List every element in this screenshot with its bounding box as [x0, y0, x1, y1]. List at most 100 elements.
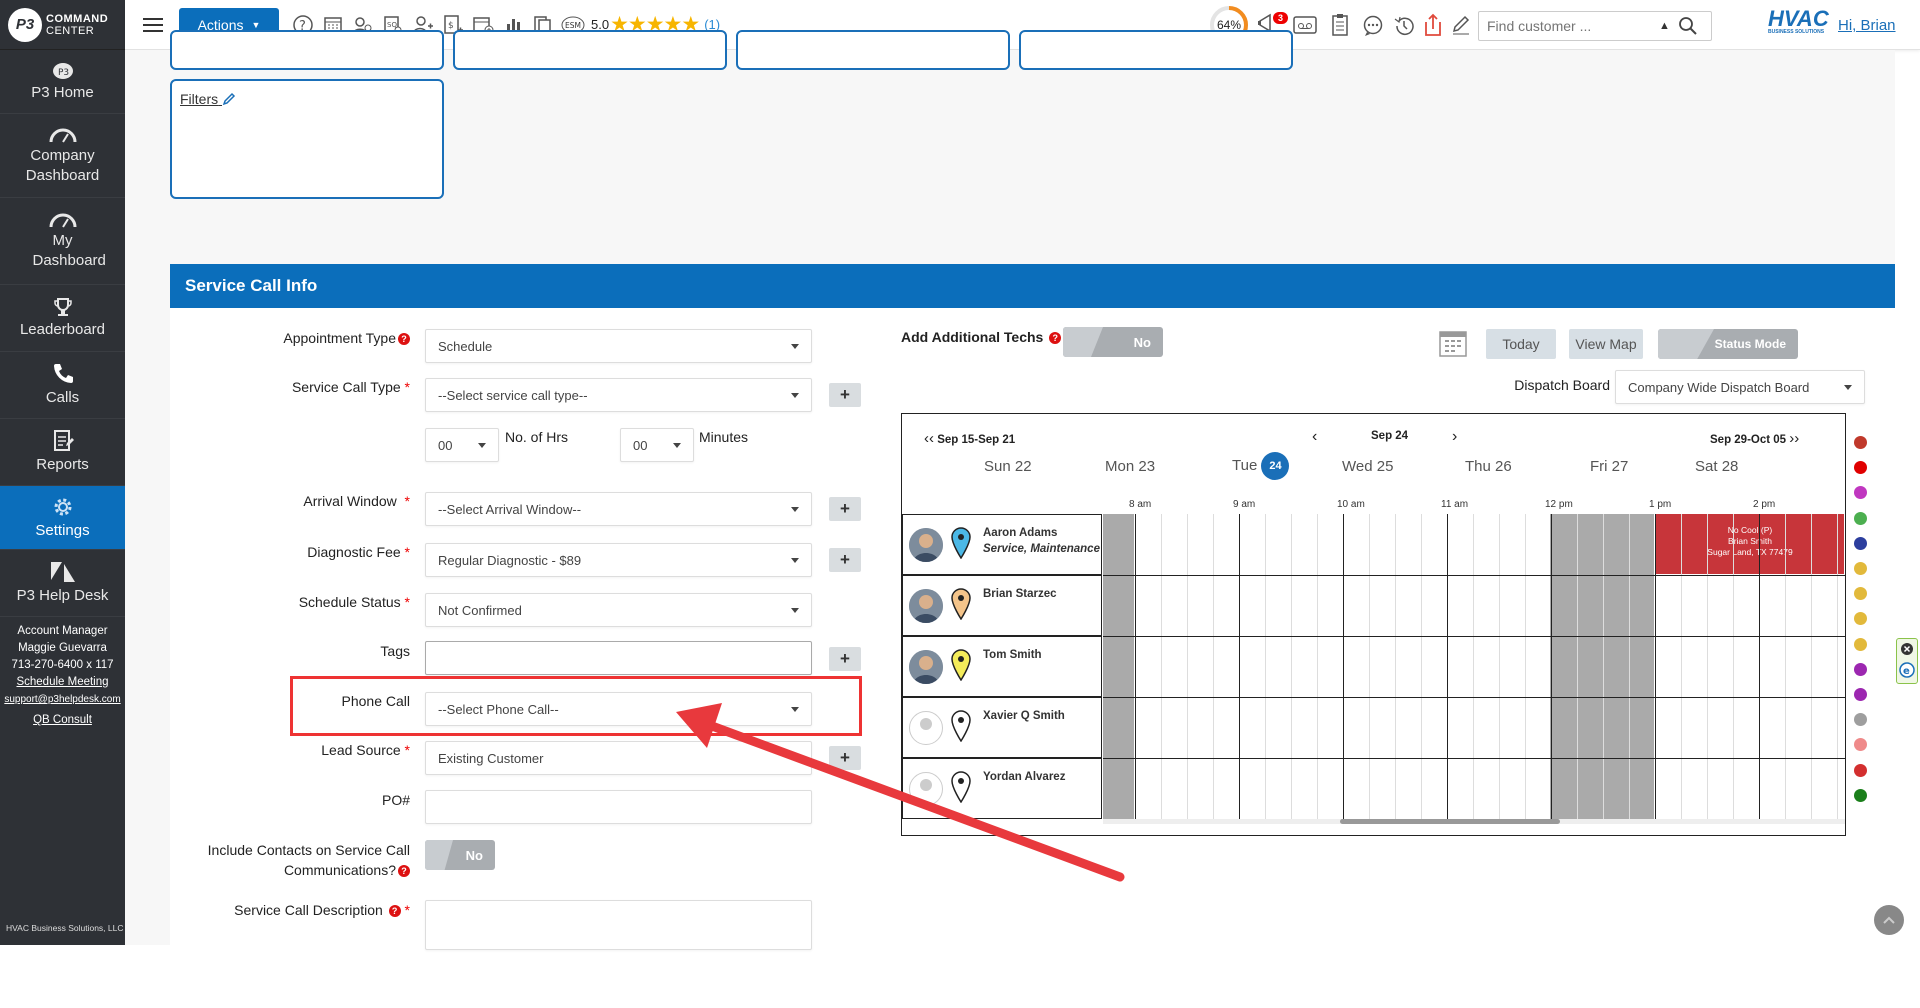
voicemail-icon[interactable]: [1293, 14, 1317, 36]
add-diagnostic-fee-button[interactable]: +: [829, 548, 861, 572]
status-mode-toggle[interactable]: Status Mode: [1658, 329, 1798, 359]
day-name: Tue: [1232, 456, 1258, 474]
tech-row[interactable]: Aaron Adams Service, Maintenance: [902, 514, 1102, 575]
tech-row[interactable]: Yordan Alvarez: [902, 758, 1102, 819]
add-arrival-window-button[interactable]: +: [829, 497, 861, 521]
sidebar-label: Leaderboard: [19, 321, 106, 338]
status-color-dot[interactable]: [1854, 536, 1867, 550]
add-lead-source-button[interactable]: +: [829, 746, 861, 770]
schedule-meeting-link[interactable]: Schedule Meeting: [4, 674, 121, 691]
help-icon[interactable]: ?: [398, 865, 410, 877]
schedule-grid[interactable]: No Cool (P) Brian Smith Sugar Land, TX 7…: [1103, 514, 1845, 819]
minutes-select[interactable]: 00: [620, 428, 694, 462]
day-header[interactable]: Tue 24: [1232, 452, 1290, 480]
support-email-link[interactable]: support@p3helpdesk.com: [4, 691, 121, 708]
status-color-dot[interactable]: [1854, 688, 1867, 701]
view-map-button[interactable]: View Map: [1569, 329, 1643, 359]
day-name: Sat: [1695, 458, 1718, 475]
customer-search-box[interactable]: ▲: [1478, 11, 1712, 41]
search-icon[interactable]: [1678, 16, 1698, 36]
history-icon[interactable]: [1393, 15, 1415, 37]
help-icon[interactable]: ?: [398, 333, 410, 345]
arrival-window-select[interactable]: --Select Arrival Window--: [425, 492, 812, 526]
sidebar-item-leaderboard[interactable]: Leaderboard: [0, 285, 125, 352]
tech-row[interactable]: Xavier Q Smith: [902, 697, 1102, 758]
chevron-left-icon[interactable]: ‹: [1312, 428, 1317, 446]
po-input[interactable]: [425, 790, 812, 824]
user-greeting-link[interactable]: Hi, Brian: [1838, 17, 1896, 34]
share-icon[interactable]: [1424, 13, 1442, 37]
dispatch-board-select[interactable]: Company Wide Dispatch Board: [1615, 370, 1865, 404]
chat-icon[interactable]: [1362, 15, 1384, 37]
tags-input[interactable]: [425, 641, 812, 675]
avatar: [909, 711, 943, 745]
status-color-dot[interactable]: [1854, 436, 1867, 449]
status-color-dot[interactable]: [1854, 562, 1867, 575]
prev-week-nav[interactable]: ‹‹ Sep 15-Sep 21: [924, 430, 1015, 447]
status-color-dot[interactable]: [1854, 637, 1867, 651]
day-header[interactable]: Sun 22: [984, 458, 1032, 475]
service-call-type-select[interactable]: --Select service call type--: [425, 378, 812, 412]
hour-gridline: [1447, 514, 1448, 819]
add-tag-button[interactable]: +: [829, 647, 861, 671]
qb-consult-link[interactable]: QB Consult: [4, 712, 121, 729]
trophy-icon: [53, 298, 72, 316]
tech-name: Brian Starzec: [983, 588, 1057, 600]
double-chevron-right-icon: ››: [1789, 430, 1800, 447]
day-header[interactable]: Wed 25: [1342, 458, 1393, 475]
tech-row[interactable]: Tom Smith: [902, 636, 1102, 697]
hours-select[interactable]: 00: [425, 428, 499, 462]
logo[interactable]: P3 COMMAND CENTER: [0, 0, 125, 50]
day-header[interactable]: Fri 27: [1590, 458, 1628, 475]
sidebar-item-p3-home[interactable]: P3 P3 Home: [0, 50, 125, 114]
schedule-status-select[interactable]: Not Confirmed: [425, 593, 812, 627]
sidebar-item-company-dashboard[interactable]: Company Dashboard: [0, 114, 125, 198]
pencil-icon[interactable]: [222, 92, 236, 106]
status-color-dot[interactable]: [1854, 763, 1867, 777]
scroll-to-top-button[interactable]: [1874, 905, 1904, 935]
horizontal-scrollbar[interactable]: [1103, 819, 1845, 824]
chevron-right-icon[interactable]: ›: [1452, 428, 1457, 446]
hvac-brand-logo[interactable]: HVAC BUSINESS SOLUTIONS: [1768, 6, 1829, 35]
sidebar-item-my-dashboard[interactable]: My Dashboard: [0, 198, 125, 285]
day-header[interactable]: Thu 26: [1465, 458, 1512, 475]
status-color-dot[interactable]: [1854, 511, 1867, 525]
help-icon[interactable]: ?: [388, 905, 401, 917]
next-week-nav[interactable]: Sep 29-Oct 05 ››: [1710, 430, 1799, 447]
sidebar-item-help-desk[interactable]: P3 Help Desk: [0, 550, 125, 617]
diagnostic-fee-select[interactable]: Regular Diagnostic - $89: [425, 543, 812, 577]
side-tool-widget[interactable]: e: [1896, 638, 1918, 684]
day-header[interactable]: Sat 28: [1695, 458, 1738, 475]
hour-gridline: [1239, 514, 1240, 819]
hamburger-menu-icon[interactable]: [143, 14, 163, 36]
close-circle-icon[interactable]: e: [1897, 639, 1917, 683]
sidebar-item-settings[interactable]: Settings: [0, 486, 125, 550]
add-techs-label: Add Additional Techs ?: [901, 327, 1062, 347]
filters-link[interactable]: Filters: [180, 91, 236, 107]
status-color-dot[interactable]: [1854, 788, 1867, 802]
appointment-block[interactable]: No Cool (P) Brian Smith Sugar Land, TX 7…: [1656, 514, 1844, 574]
row-gridline: [1103, 758, 1845, 759]
sidebar-item-reports[interactable]: Reports: [0, 419, 125, 486]
info-card: [736, 30, 1010, 70]
edit-pencil-icon[interactable]: [1451, 14, 1471, 36]
day-name: Thu: [1465, 458, 1491, 475]
tech-row[interactable]: Brian Starzec: [902, 575, 1102, 636]
calendar-icon[interactable]: [1438, 328, 1468, 358]
report-icon: [53, 430, 74, 451]
scrollbar-thumb[interactable]: [1340, 819, 1560, 824]
status-color-dot[interactable]: [1854, 662, 1867, 676]
clipboard-icon[interactable]: [1331, 13, 1349, 37]
appointment-type-select[interactable]: Schedule: [425, 329, 812, 363]
lead-source-select[interactable]: Existing Customer: [425, 741, 812, 775]
add-techs-toggle[interactable]: No: [1063, 327, 1163, 357]
description-textarea[interactable]: [425, 900, 812, 950]
customer-search-input[interactable]: [1487, 18, 1647, 34]
help-icon[interactable]: ?: [1049, 332, 1062, 344]
sort-up-icon[interactable]: ▲: [1659, 20, 1670, 32]
include-contacts-toggle[interactable]: No: [425, 840, 495, 870]
today-button[interactable]: Today: [1486, 329, 1556, 359]
sidebar-item-calls[interactable]: Calls: [0, 352, 125, 419]
day-header[interactable]: Mon 23: [1105, 458, 1155, 475]
add-service-call-type-button[interactable]: +: [829, 383, 861, 407]
